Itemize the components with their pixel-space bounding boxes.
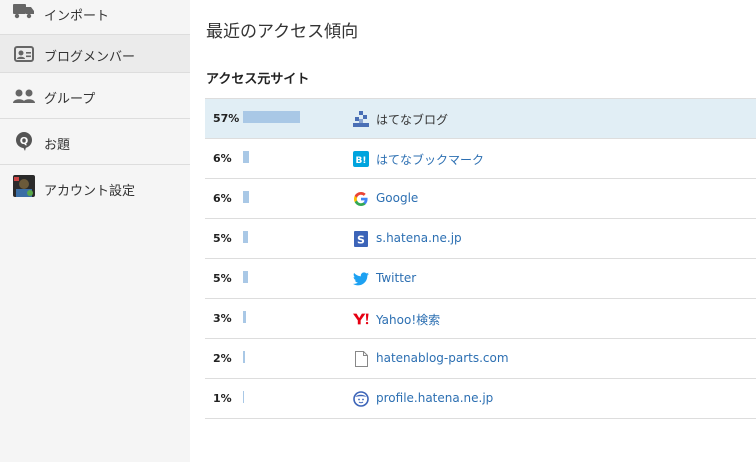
truck-icon	[13, 0, 35, 22]
avatar-icon	[13, 175, 35, 197]
svg-text:B!: B!	[356, 156, 367, 166]
svg-text:Q: Q	[20, 136, 29, 147]
bar-track	[243, 231, 343, 243]
percent-label: 5%	[213, 232, 232, 245]
site-link[interactable]: hatenablog-parts.com	[376, 351, 509, 365]
site-link[interactable]: Google	[376, 191, 418, 205]
bar-track	[243, 391, 343, 403]
yahoo-icon	[353, 311, 369, 327]
google-icon	[353, 191, 369, 207]
percent-bar	[243, 391, 244, 403]
percent-label: 6%	[213, 152, 232, 165]
sidebar-item-label: ブログメンバー	[44, 50, 136, 65]
percent-bar	[243, 311, 246, 323]
sidebar-item-label: グループ	[44, 92, 96, 107]
site-link[interactable]: profile.hatena.ne.jp	[376, 391, 493, 405]
sidebar-item-import[interactable]: インポート	[0, 0, 190, 35]
main-content: 最近のアクセス傾向 アクセス元サイト 57% はてなブログ 6% B! はてなブ…	[190, 0, 756, 462]
sidebar-item-label: インポート	[44, 9, 110, 24]
sidebar-item-group[interactable]: グループ	[0, 73, 190, 119]
hatena-bookmark-icon: B!	[353, 151, 369, 167]
percent-label: 2%	[213, 352, 232, 365]
profile-face-icon	[353, 391, 369, 407]
site-name: はてなブログ	[376, 113, 449, 127]
referrer-table: 57% はてなブログ 6% B! はてなブックマーク 6% Google 5%	[205, 98, 756, 419]
percent-bar	[243, 351, 245, 363]
sidebar: インポート ブログメンバー グループ Q お題 アカウント設定	[0, 0, 190, 462]
group-icon	[13, 85, 35, 107]
svg-text:S: S	[357, 234, 365, 247]
percent-label: 1%	[213, 392, 232, 405]
percent-bar	[243, 111, 300, 123]
sidebar-item-label: お題	[44, 138, 71, 153]
table-row[interactable]: 57% はてなブログ	[205, 99, 756, 139]
bar-track	[243, 151, 343, 163]
hatena-s-icon: S	[353, 231, 369, 247]
site-link[interactable]: はてなブックマーク	[376, 151, 484, 168]
percent-label: 3%	[213, 312, 232, 325]
bar-track	[243, 111, 343, 123]
percent-label: 6%	[213, 192, 232, 205]
sidebar-item-odai[interactable]: Q お題	[0, 119, 190, 165]
table-row[interactable]: 2% hatenablog-parts.com	[205, 339, 756, 379]
bar-track	[243, 311, 343, 323]
q-bubble-icon: Q	[13, 130, 35, 152]
page-title: 最近のアクセス傾向	[206, 22, 359, 42]
table-row[interactable]: 5% Twitter	[205, 259, 756, 299]
percent-bar	[243, 271, 248, 283]
bar-track	[243, 271, 343, 283]
members-card-icon	[13, 43, 35, 65]
sidebar-item-label: アカウント設定	[44, 184, 136, 199]
sidebar-item-account-settings[interactable]: アカウント設定	[0, 165, 190, 211]
site-link[interactable]: Yahoo!検索	[376, 311, 440, 328]
site-link[interactable]: Twitter	[376, 271, 416, 285]
percent-label: 5%	[213, 272, 232, 285]
sidebar-item-blog-members[interactable]: ブログメンバー	[0, 35, 190, 73]
percent-bar	[243, 191, 249, 203]
percent-bar	[243, 231, 248, 243]
document-icon	[353, 351, 369, 367]
site-link[interactable]: s.hatena.ne.jp	[376, 231, 462, 245]
table-row[interactable]: 6% B! はてなブックマーク	[205, 139, 756, 179]
section-title: アクセス元サイト	[206, 72, 310, 87]
percent-label: 57%	[213, 112, 240, 125]
twitter-icon	[353, 271, 369, 287]
table-row[interactable]: 3% Yahoo!検索	[205, 299, 756, 339]
hatena-blog-icon	[353, 111, 369, 127]
bar-track	[243, 191, 343, 203]
bar-track	[243, 351, 343, 363]
table-row[interactable]: 1% profile.hatena.ne.jp	[205, 379, 756, 419]
percent-bar	[243, 151, 249, 163]
table-row[interactable]: 5% S s.hatena.ne.jp	[205, 219, 756, 259]
table-row[interactable]: 6% Google	[205, 179, 756, 219]
